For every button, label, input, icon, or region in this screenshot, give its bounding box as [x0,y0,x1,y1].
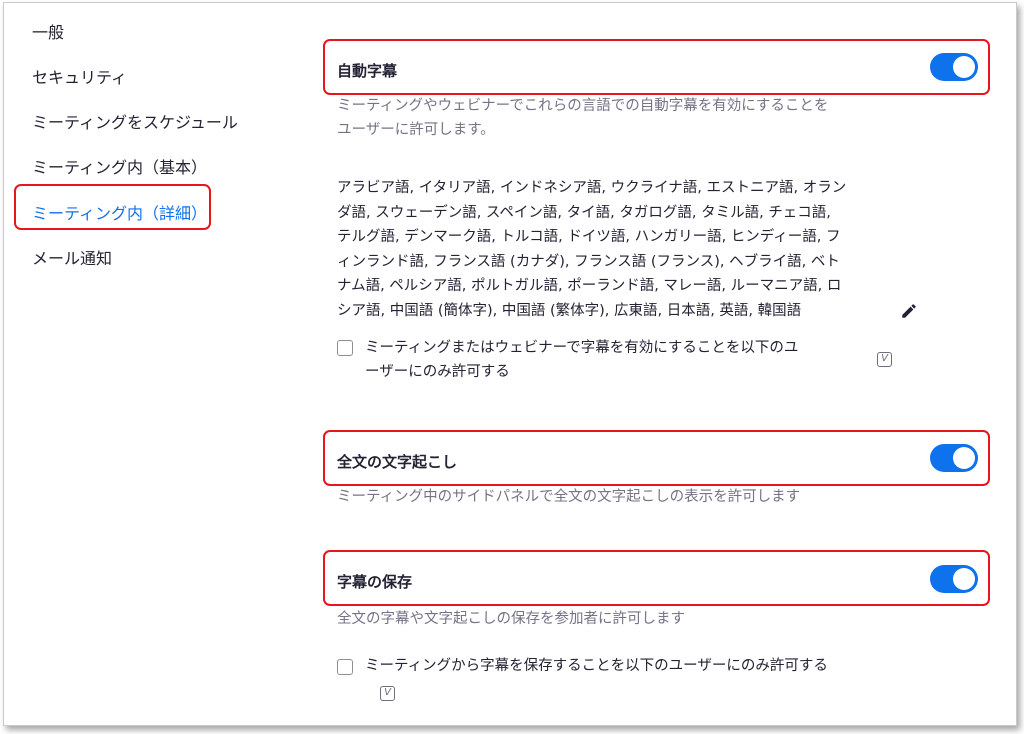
save-captions-toggle[interactable] [930,565,978,593]
highlight-box-sidebar [14,184,211,230]
save-captions-restrict-checkbox[interactable] [337,659,353,675]
full-transcript-description: ミーティング中のサイドパネルで全文の文字起こしの表示を許可します [337,489,801,505]
auto-caption-description: ミーティングやウェビナーでこれらの言語での自動字幕を有効にすることを ユーザーに… [337,94,828,142]
sidebar-item-in-meeting-basic[interactable]: ミーティング内（基本） [32,154,207,178]
auto-caption-desc-line2: ユーザーに許可します。 [337,122,495,138]
sidebar-item-security[interactable]: セキュリティ [32,64,127,88]
pencil-icon[interactable] [900,302,918,320]
restrict-label-line2: ーザーにのみ許可する [365,364,510,380]
languages-line: シア語, 中国語 (簡体字), 中国語 (繁体字), 広東語, 日本語, 英語,… [337,302,802,319]
caption-languages-list: アラビア語, イタリア語, インドネシア語, ウクライナ語, エストニア語, オ… [337,176,897,323]
languages-line: ダ語, スウェーデン語, スペイン語, タイ語, タガログ語, タミル語, チェ… [337,204,831,221]
save-captions-title: 字幕の保存 [337,573,413,591]
highlight-box-save-captions [323,550,990,606]
languages-line: アラビア語, イタリア語, インドネシア語, ウクライナ語, エストニア語, オ… [337,180,847,196]
auto-caption-title: 自動字幕 [337,62,398,80]
languages-line: テルグ語, デンマーク語, トルコ語, ドイツ語, ハンガリー語, ヒンディー語… [337,229,841,245]
toggle-knob [953,56,975,78]
auto-caption-toggle[interactable] [930,53,978,81]
sidebar-item-schedule-meeting[interactable]: ミーティングをスケジュール [32,109,238,133]
sidebar-item-email-notification[interactable]: メール通知 [32,245,112,269]
languages-line: ナム語, ペルシア語, ポルトガル語, ポーランド語, マレー語, ルーマニア語… [337,278,842,294]
sidebar-item-general[interactable]: 一般 [32,19,64,43]
highlight-box-auto-caption [323,39,990,95]
auto-caption-restrict-label: ミーティングまたはウェビナーで字幕を有効にすることを以下のユ ーザーにのみ許可す… [365,336,798,384]
full-transcript-toggle[interactable] [930,444,978,472]
save-captions-restrict-label: ミーティングから字幕を保存することを以下のユーザーにのみ許可する [365,658,828,674]
verified-badge-icon: V [877,352,892,367]
verified-badge-icon: V [380,686,395,701]
toggle-knob [953,447,975,469]
toggle-knob [953,568,975,590]
save-captions-description: 全文の字幕や文字起こしの保存を参加者に許可します [337,611,685,627]
restrict-label-line1: ミーティングまたはウェビナーで字幕を有効にすることを以下のユ [365,340,799,356]
languages-line: ィンランド語, フランス語 (カナダ), フランス語 (フランス), ヘブライ語… [337,253,840,270]
auto-caption-restrict-checkbox[interactable] [337,340,353,356]
auto-caption-desc-line1: ミーティングやウェビナーでこれらの言語での自動字幕を有効にすることを [337,98,829,114]
full-transcript-title: 全文の文字起こし [337,453,458,471]
